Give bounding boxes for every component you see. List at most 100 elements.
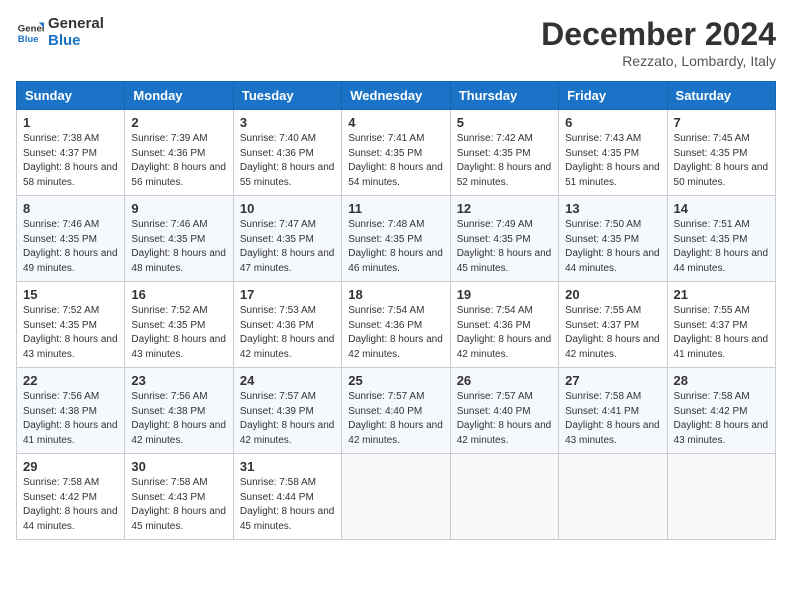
calendar-cell: 16 Sunrise: 7:52 AMSunset: 4:35 PMDayligh… xyxy=(125,282,233,368)
day-number: 24 xyxy=(240,373,335,388)
calendar-cell: 19Sunrise: 7:54 AMSunset: 4:36 PMDayligh… xyxy=(450,282,558,368)
calendar-cell: 17 Sunrise: 7:53 AMSunset: 4:36 PMDayligh… xyxy=(233,282,341,368)
month-title: December 2024 xyxy=(541,16,776,53)
page-header: General Blue General Blue December 2024 … xyxy=(16,16,776,69)
weekday-tuesday: Tuesday xyxy=(233,82,341,110)
calendar-cell xyxy=(450,454,558,540)
day-number: 3 xyxy=(240,115,335,130)
day-info: Sunrise: 7:56 AMSunset: 4:38 PMDaylight:… xyxy=(23,390,118,448)
day-info: Sunrise: 7:58 AMSunset: 4:42 PMDaylight:… xyxy=(23,476,118,534)
calendar-cell: 5 Sunrise: 7:42 AMSunset: 4:35 PMDaylight… xyxy=(450,110,558,196)
calendar-cell: 22Sunrise: 7:56 AMSunset: 4:38 PMDayligh… xyxy=(17,368,125,454)
day-info: Sunrise: 7:50 AMSunset: 4:35 PMDaylight:… xyxy=(565,218,660,276)
calendar-cell: 21 Sunrise: 7:55 AMSunset: 4:37 PMDayligh… xyxy=(667,282,775,368)
svg-text:Blue: Blue xyxy=(18,33,39,44)
calendar-cell: 29 Sunrise: 7:58 AMSunset: 4:42 PMDayligh… xyxy=(17,454,125,540)
calendar-cell: 26 Sunrise: 7:57 AMSunset: 4:40 PMDayligh… xyxy=(450,368,558,454)
day-info: Sunrise: 7:58 AMSunset: 4:42 PMDaylight:… xyxy=(674,390,769,448)
day-info: Sunrise: 7:45 AMSunset: 4:35 PMDaylight:… xyxy=(674,132,769,190)
calendar-cell xyxy=(342,454,450,540)
day-number: 7 xyxy=(674,115,769,130)
day-number: 27 xyxy=(565,373,660,388)
day-info: Sunrise: 7:42 AMSunset: 4:35 PMDaylight:… xyxy=(457,132,552,190)
calendar-cell: 3 Sunrise: 7:40 AMSunset: 4:36 PMDaylight… xyxy=(233,110,341,196)
day-number: 8 xyxy=(23,201,118,216)
weekday-monday: Monday xyxy=(125,82,233,110)
day-info: Sunrise: 7:55 AMSunset: 4:37 PMDaylight:… xyxy=(565,304,660,362)
day-number: 17 xyxy=(240,287,335,302)
day-info: Sunrise: 7:54 AMSunset: 4:36 PMDaylight:… xyxy=(348,304,443,362)
day-info: Sunrise: 7:40 AMSunset: 4:36 PMDaylight:… xyxy=(240,132,335,190)
calendar-cell: 30 Sunrise: 7:58 AMSunset: 4:43 PMDayligh… xyxy=(125,454,233,540)
weekday-friday: Friday xyxy=(559,82,667,110)
calendar-cell: 2 Sunrise: 7:39 AMSunset: 4:36 PMDaylight… xyxy=(125,110,233,196)
day-info: Sunrise: 7:57 AMSunset: 4:40 PMDaylight:… xyxy=(457,390,552,448)
calendar-cell: 9 Sunrise: 7:46 AMSunset: 4:35 PMDaylight… xyxy=(125,196,233,282)
day-number: 28 xyxy=(674,373,769,388)
week-row-1: 1 Sunrise: 7:38 AMSunset: 4:37 PMDaylight… xyxy=(17,110,776,196)
day-info: Sunrise: 7:58 AMSunset: 4:41 PMDaylight:… xyxy=(565,390,660,448)
calendar-cell: 7 Sunrise: 7:45 AMSunset: 4:35 PMDaylight… xyxy=(667,110,775,196)
day-info: Sunrise: 7:54 AMSunset: 4:36 PMDaylight:… xyxy=(457,304,552,362)
logo: General Blue General Blue xyxy=(16,16,104,49)
calendar-cell xyxy=(559,454,667,540)
calendar-cell: 23Sunrise: 7:56 AMSunset: 4:38 PMDayligh… xyxy=(125,368,233,454)
calendar-cell: 1 Sunrise: 7:38 AMSunset: 4:37 PMDaylight… xyxy=(17,110,125,196)
week-row-5: 29 Sunrise: 7:58 AMSunset: 4:42 PMDayligh… xyxy=(17,454,776,540)
weekday-header-row: SundayMondayTuesdayWednesdayThursdayFrid… xyxy=(17,82,776,110)
calendar-cell: 18Sunrise: 7:54 AMSunset: 4:36 PMDayligh… xyxy=(342,282,450,368)
day-info: Sunrise: 7:58 AMSunset: 4:43 PMDaylight:… xyxy=(131,476,226,534)
day-number: 2 xyxy=(131,115,226,130)
day-number: 9 xyxy=(131,201,226,216)
weekday-sunday: Sunday xyxy=(17,82,125,110)
day-number: 11 xyxy=(348,201,443,216)
day-info: Sunrise: 7:39 AMSunset: 4:36 PMDaylight:… xyxy=(131,132,226,190)
calendar-cell: 10 Sunrise: 7:47 AMSunset: 4:35 PMDayligh… xyxy=(233,196,341,282)
calendar-cell: 8Sunrise: 7:46 AMSunset: 4:35 PMDaylight… xyxy=(17,196,125,282)
day-number: 26 xyxy=(457,373,552,388)
day-number: 31 xyxy=(240,459,335,474)
day-info: Sunrise: 7:48 AMSunset: 4:35 PMDaylight:… xyxy=(348,218,443,276)
day-info: Sunrise: 7:57 AMSunset: 4:39 PMDaylight:… xyxy=(240,390,335,448)
day-info: Sunrise: 7:58 AMSunset: 4:44 PMDaylight:… xyxy=(240,476,335,534)
calendar-cell xyxy=(667,454,775,540)
day-info: Sunrise: 7:47 AMSunset: 4:35 PMDaylight:… xyxy=(240,218,335,276)
day-info: Sunrise: 7:43 AMSunset: 4:35 PMDaylight:… xyxy=(565,132,660,190)
day-info: Sunrise: 7:57 AMSunset: 4:40 PMDaylight:… xyxy=(348,390,443,448)
calendar-cell: 14 Sunrise: 7:51 AMSunset: 4:35 PMDayligh… xyxy=(667,196,775,282)
day-number: 15 xyxy=(23,287,118,302)
day-number: 21 xyxy=(674,287,769,302)
svg-text:General: General xyxy=(18,23,44,34)
day-number: 29 xyxy=(23,459,118,474)
day-info: Sunrise: 7:41 AMSunset: 4:35 PMDaylight:… xyxy=(348,132,443,190)
day-info: Sunrise: 7:52 AMSunset: 4:35 PMDaylight:… xyxy=(131,304,226,362)
calendar-cell: 28 Sunrise: 7:58 AMSunset: 4:42 PMDayligh… xyxy=(667,368,775,454)
day-number: 30 xyxy=(131,459,226,474)
location: Rezzato, Lombardy, Italy xyxy=(541,53,776,69)
day-info: Sunrise: 7:56 AMSunset: 4:38 PMDaylight:… xyxy=(131,390,226,448)
day-number: 20 xyxy=(565,287,660,302)
day-number: 4 xyxy=(348,115,443,130)
day-number: 25 xyxy=(348,373,443,388)
week-row-4: 22Sunrise: 7:56 AMSunset: 4:38 PMDayligh… xyxy=(17,368,776,454)
day-info: Sunrise: 7:52 AMSunset: 4:35 PMDaylight:… xyxy=(23,304,118,362)
day-info: Sunrise: 7:46 AMSunset: 4:35 PMDaylight:… xyxy=(131,218,226,276)
calendar-cell: 27 Sunrise: 7:58 AMSunset: 4:41 PMDayligh… xyxy=(559,368,667,454)
calendar-cell: 24 Sunrise: 7:57 AMSunset: 4:39 PMDayligh… xyxy=(233,368,341,454)
calendar-table: SundayMondayTuesdayWednesdayThursdayFrid… xyxy=(16,81,776,540)
day-info: Sunrise: 7:51 AMSunset: 4:35 PMDaylight:… xyxy=(674,218,769,276)
calendar-cell: 12Sunrise: 7:49 AMSunset: 4:35 PMDayligh… xyxy=(450,196,558,282)
day-info: Sunrise: 7:55 AMSunset: 4:37 PMDaylight:… xyxy=(674,304,769,362)
day-number: 16 xyxy=(131,287,226,302)
calendar-cell: 20 Sunrise: 7:55 AMSunset: 4:37 PMDayligh… xyxy=(559,282,667,368)
week-row-2: 8 Sunrise: 7:46 AMSunset: 4:35 PMDaylight… xyxy=(17,196,776,282)
day-number: 10 xyxy=(240,201,335,216)
calendar-cell: 11 Sunrise: 7:48 AMSunset: 4:35 PMDayligh… xyxy=(342,196,450,282)
calendar-cell: 6Sunrise: 7:43 AMSunset: 4:35 PMDaylight… xyxy=(559,110,667,196)
day-number: 5 xyxy=(457,115,552,130)
day-number: 12 xyxy=(457,201,552,216)
day-number: 1 xyxy=(23,115,118,130)
day-info: Sunrise: 7:38 AMSunset: 4:37 PMDaylight:… xyxy=(23,132,118,190)
day-info: Sunrise: 7:53 AMSunset: 4:36 PMDaylight:… xyxy=(240,304,335,362)
day-number: 14 xyxy=(674,201,769,216)
